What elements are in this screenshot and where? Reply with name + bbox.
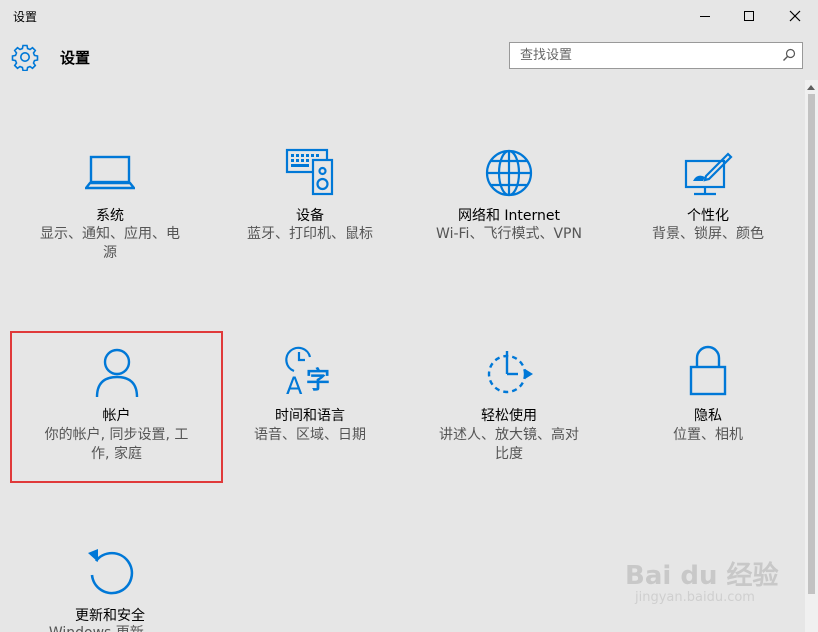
tile-name: 网络和 Internet (457, 208, 561, 224)
tile-name: 轻松使用 (481, 408, 537, 424)
time-language-icon: A 字 (285, 346, 330, 399)
scroll-up-arrow-icon[interactable] (807, 84, 815, 90)
tile-name: 隐私 (694, 408, 722, 424)
title-bar: 设置 (0, 0, 818, 32)
maximize-icon (744, 11, 754, 21)
tile-desc-line1: 显示、通知、应用、电 (40, 226, 180, 242)
tile-privacy[interactable]: 隐私 位置、相机 (603, 331, 813, 481)
tile-desc-line1: 位置、相机 (673, 427, 743, 443)
tile-desc-line1: 蓝牙、打印机、鼠标 (247, 226, 373, 242)
tile-desc-line1: Windows 更新、... (15, 624, 205, 632)
svg-text:字: 字 (306, 366, 330, 394)
tile-name: 系统 (96, 208, 124, 224)
tile-desc-line1: 讲述人、放大镜、高对 (439, 427, 579, 443)
close-button[interactable] (772, 0, 818, 32)
tile-name: 时间和语言 (275, 408, 345, 424)
laptop-icon (85, 155, 135, 190)
ease-of-access-icon (487, 351, 533, 394)
tile-desc-line2: 比度 (495, 446, 523, 462)
tile-network[interactable]: 网络和 Internet Wi-Fi、飞行模式、VPN (404, 145, 614, 295)
search-icon[interactable] (782, 48, 796, 62)
svg-text:A: A (286, 372, 303, 399)
tile-update-security[interactable]: 更新和安全 Windows 更新、... (5, 535, 215, 632)
watermark-url: jingyan.baidu.com (635, 590, 755, 605)
tile-name: 个性化 (687, 208, 729, 224)
page-title: 设置 (60, 49, 91, 67)
tile-personalization[interactable]: 个性化 背景、锁屏、颜色 (603, 145, 813, 295)
tile-system[interactable]: 系统 显示、通知、应用、电 源 (5, 145, 215, 295)
tile-desc-line1: 你的帐户, 同步设置, 工 (44, 427, 189, 443)
watermark-main: Bai du 经验 (625, 561, 779, 591)
watermark: Bai du 经验 jingyan.baidu.com (625, 555, 779, 605)
devices-icon (285, 148, 334, 196)
maximize-button[interactable] (726, 0, 772, 32)
minimize-icon (700, 16, 710, 17)
tile-name: 帐户 (102, 408, 131, 424)
tile-name: 更新和安全 (75, 608, 145, 624)
tile-desc-line2: 作, 家庭 (91, 446, 142, 462)
tile-desc-line1: 背景、锁屏、颜色 (652, 226, 764, 242)
tile-time-language[interactable]: A 字 时间和语言 语音、区域、日期 (205, 331, 415, 481)
minimize-button[interactable] (682, 0, 728, 32)
search-box[interactable] (509, 42, 803, 69)
window-title: 设置 (13, 10, 38, 24)
gear-icon (11, 44, 39, 71)
lock-icon (689, 345, 727, 396)
tile-desc-line1: Wi-Fi、飞行模式、VPN (436, 226, 582, 242)
close-icon (789, 10, 801, 22)
tile-desc-line1: 语音、区域、日期 (254, 427, 366, 443)
person-icon (95, 348, 138, 398)
globe-icon (485, 149, 533, 197)
tile-accounts[interactable]: 帐户 你的帐户, 同步设置, 工 作, 家庭 (10, 331, 223, 483)
tile-ease-of-access[interactable]: 轻松使用 讲述人、放大镜、高对 比度 (404, 331, 614, 481)
update-icon (88, 549, 134, 595)
tile-name: 设备 (296, 208, 324, 224)
tile-devices[interactable]: 设备 蓝牙、打印机、鼠标 (205, 145, 415, 295)
personalization-icon (684, 152, 733, 196)
search-input[interactable] (510, 43, 780, 68)
tile-desc-line2: 源 (103, 245, 117, 261)
